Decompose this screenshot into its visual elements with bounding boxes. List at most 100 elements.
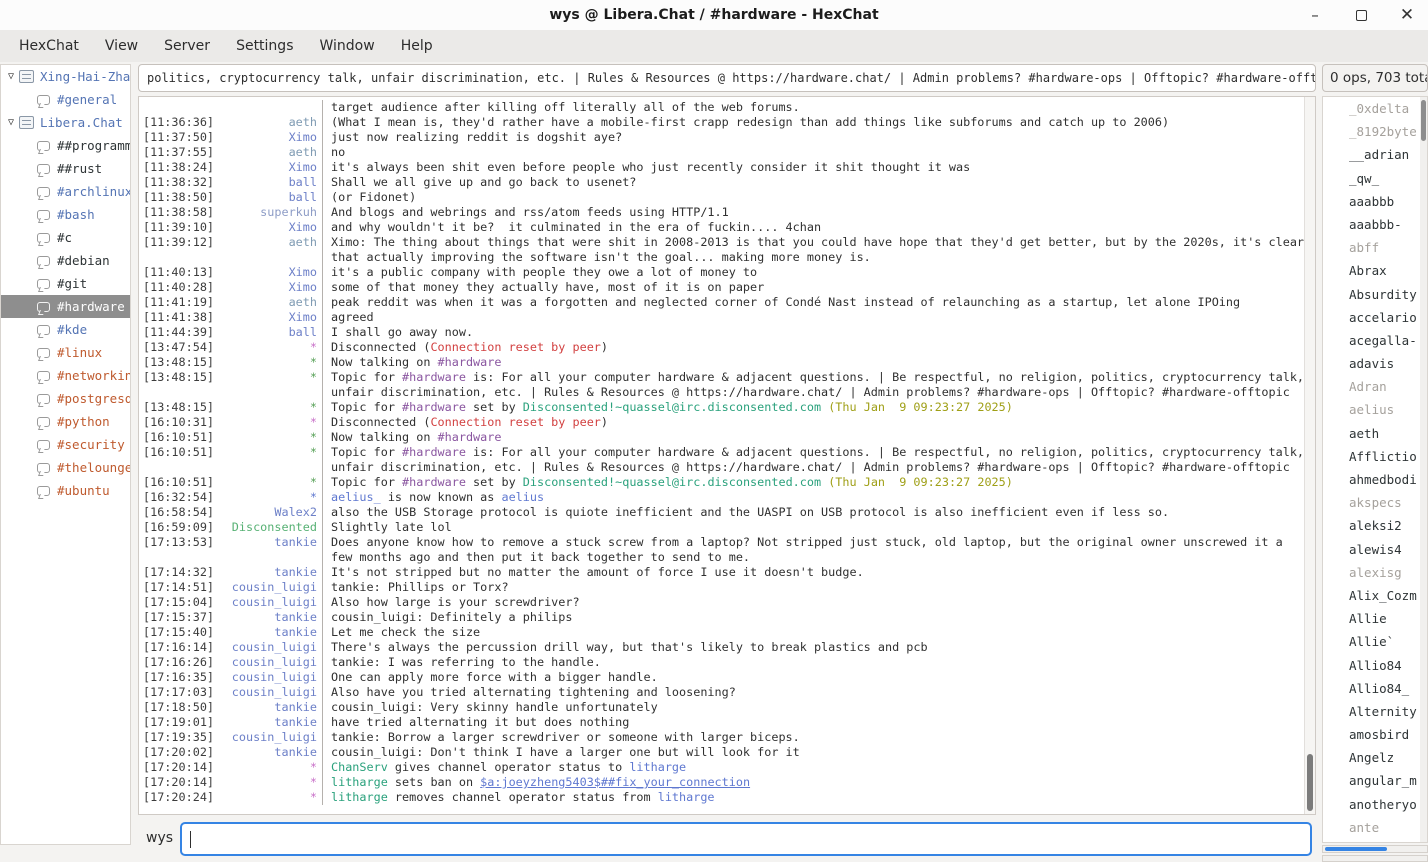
- nick: *: [215, 475, 317, 490]
- chat-scrollbar[interactable]: [1304, 97, 1315, 814]
- message-segment: And blogs and webrings and rss/atom feed…: [331, 205, 729, 219]
- user-list-item[interactable]: Allio84: [1323, 654, 1420, 677]
- menu-window[interactable]: Window: [306, 30, 387, 62]
- user-list-item[interactable]: akspecs: [1323, 491, 1420, 514]
- user-list-item[interactable]: Alternity: [1323, 700, 1420, 723]
- user-list-hscrollbar-handle[interactable]: [1325, 847, 1387, 851]
- tree-channel--linux[interactable]: #linux: [1, 341, 130, 364]
- chat-line: [17:16:26]cousin_luigitankie: I was refe…: [139, 655, 1304, 670]
- user-list-hscrollbar[interactable]: [1322, 845, 1428, 853]
- user-list-item[interactable]: ahmedbodi: [1323, 468, 1420, 491]
- tree-channel--programming[interactable]: ##programming: [1, 134, 130, 157]
- message-segment: have tried alternating it but does nothi…: [331, 715, 629, 729]
- user-list-item[interactable]: _qw_: [1323, 167, 1420, 190]
- tree-server-libera-chat[interactable]: ▽Libera.Chat: [1, 111, 130, 134]
- message-segment: litharge: [658, 790, 715, 804]
- topic-bar[interactable]: politics, cryptocurrency talk, unfair di…: [138, 64, 1316, 92]
- message-segment: Now talking on: [331, 355, 438, 369]
- user-list-item[interactable]: Angelz: [1323, 746, 1420, 769]
- tree-channel--c[interactable]: #c: [1, 226, 130, 249]
- timestamp: [16:10:51]: [139, 430, 215, 445]
- message-segment: removes channel operator status from: [388, 790, 658, 804]
- user-list-item[interactable]: abff: [1323, 236, 1420, 259]
- timestamp: [11:38:24]: [139, 160, 215, 175]
- tree-server-xing-hai-zhan[interactable]: ▽ Xing-Hai-Zhan: [1, 65, 130, 88]
- message-input[interactable]: [180, 822, 1312, 856]
- tree-item-label: Xing-Hai-Zhan: [40, 69, 130, 84]
- user-list-item[interactable]: acegalla-: [1323, 329, 1420, 352]
- tree-channel--postgresql[interactable]: #postgresql: [1, 387, 130, 410]
- message: Does anyone know how to remove a stuck s…: [322, 535, 1283, 550]
- message-segment: unfair discrimination, etc. | Rules & Re…: [331, 385, 1290, 399]
- tree-channel--ubuntu[interactable]: #ubuntu: [1, 479, 130, 502]
- nick: superkuh: [215, 205, 317, 220]
- user-list-item[interactable]: Allie`: [1323, 630, 1420, 653]
- tree-channel--python[interactable]: #python: [1, 410, 130, 433]
- tree-channel--hardware[interactable]: #hardware: [1, 295, 130, 318]
- user-list-item[interactable]: aaabbb: [1323, 190, 1420, 213]
- user-list-item[interactable]: angular_m: [1323, 769, 1420, 792]
- tree-channel--general[interactable]: #general: [1, 88, 130, 111]
- message-segment: few months ago and then put it back toge…: [331, 550, 750, 564]
- menu-help[interactable]: Help: [388, 30, 446, 62]
- user-list-item[interactable]: adavis: [1323, 352, 1420, 375]
- timestamp: [11:40:13]: [139, 265, 215, 280]
- nick: *: [215, 775, 317, 790]
- user-list-item[interactable]: Allie: [1323, 607, 1420, 630]
- message: just now realizing reddit is dogshit aye…: [322, 130, 622, 145]
- user-list-item[interactable]: Adran: [1323, 375, 1420, 398]
- menu-hexchat[interactable]: HexChat: [6, 30, 92, 62]
- user-list-item[interactable]: Alix_Cozm: [1323, 584, 1420, 607]
- user-list-item[interactable]: __adrian: [1323, 143, 1420, 166]
- user-list-item[interactable]: Abrax: [1323, 259, 1420, 282]
- user-list-item[interactable]: Allio84_: [1323, 677, 1420, 700]
- user-list-item[interactable]: alewis4: [1323, 538, 1420, 561]
- nick: cousin_luigi: [215, 670, 317, 685]
- message-segment: ChanServ: [331, 760, 388, 774]
- channel-icon: [37, 394, 50, 404]
- message: And blogs and webrings and rss/atom feed…: [322, 205, 729, 220]
- menu-view[interactable]: View: [92, 30, 151, 62]
- minimize-button[interactable]: –: [1306, 6, 1324, 24]
- menu-server[interactable]: Server: [151, 30, 223, 62]
- menu-settings[interactable]: Settings: [223, 30, 306, 62]
- user-list-item[interactable]: anotheryo: [1323, 793, 1420, 816]
- message-segment: Topic for: [331, 445, 402, 459]
- user-list-item[interactable]: ante: [1323, 816, 1420, 839]
- user-list-item[interactable]: Absurdity: [1323, 283, 1420, 306]
- tree-channel--rust[interactable]: ##rust: [1, 157, 130, 180]
- tree-channel--git[interactable]: #git: [1, 272, 130, 295]
- tree-channel--archlinux[interactable]: #archlinux: [1, 180, 130, 203]
- chat-scrollbar-handle[interactable]: [1307, 754, 1313, 811]
- chat-line: [17:20:14]*ChanServ gives channel operat…: [139, 760, 1304, 775]
- maximize-button[interactable]: [1352, 6, 1370, 24]
- expander-icon[interactable]: ▽: [3, 117, 19, 128]
- message-segment: #hardware: [438, 430, 502, 444]
- message-segment: litharge: [629, 760, 686, 774]
- user-list-item[interactable]: aaabbb-: [1323, 213, 1420, 236]
- user-list-scrollbar[interactable]: [1420, 96, 1428, 843]
- expander-icon[interactable]: ▽: [3, 71, 19, 82]
- tree-channel--debian[interactable]: #debian: [1, 249, 130, 272]
- user-list-item[interactable]: aelius: [1323, 398, 1420, 421]
- tree-channel--security[interactable]: #security: [1, 433, 130, 456]
- tree-channel--networking[interactable]: #networking: [1, 364, 130, 387]
- user-list-item[interactable]: Afflictio: [1323, 445, 1420, 468]
- message: aelius_ is now known as aelius: [322, 490, 544, 505]
- chat-line: [11:36:36]aeth(What I mean is, they'd ra…: [139, 115, 1304, 130]
- tree-channel--thelounge[interactable]: #thelounge: [1, 456, 130, 479]
- message: unfair discrimination, etc. | Rules & Re…: [322, 460, 1290, 475]
- user-list-item[interactable]: alexisg: [1323, 561, 1420, 584]
- tree-channel--bash[interactable]: #bash: [1, 203, 130, 226]
- bottom-hscrollbar[interactable]: [1322, 855, 1428, 862]
- user-list-item[interactable]: aeth: [1323, 422, 1420, 445]
- user-list-item[interactable]: _8192byte: [1323, 120, 1420, 143]
- user-list-item[interactable]: accelario: [1323, 306, 1420, 329]
- close-button[interactable]: ✕: [1398, 6, 1416, 24]
- message: Shall we all give up and go back to usen…: [322, 175, 636, 190]
- user-list-item[interactable]: _0xdelta: [1323, 97, 1420, 120]
- user-list-item[interactable]: aleksi2: [1323, 514, 1420, 537]
- tree-channel--kde[interactable]: #kde: [1, 318, 130, 341]
- user-list-scrollbar-handle[interactable]: [1421, 100, 1426, 141]
- user-list-item[interactable]: amosbird: [1323, 723, 1420, 746]
